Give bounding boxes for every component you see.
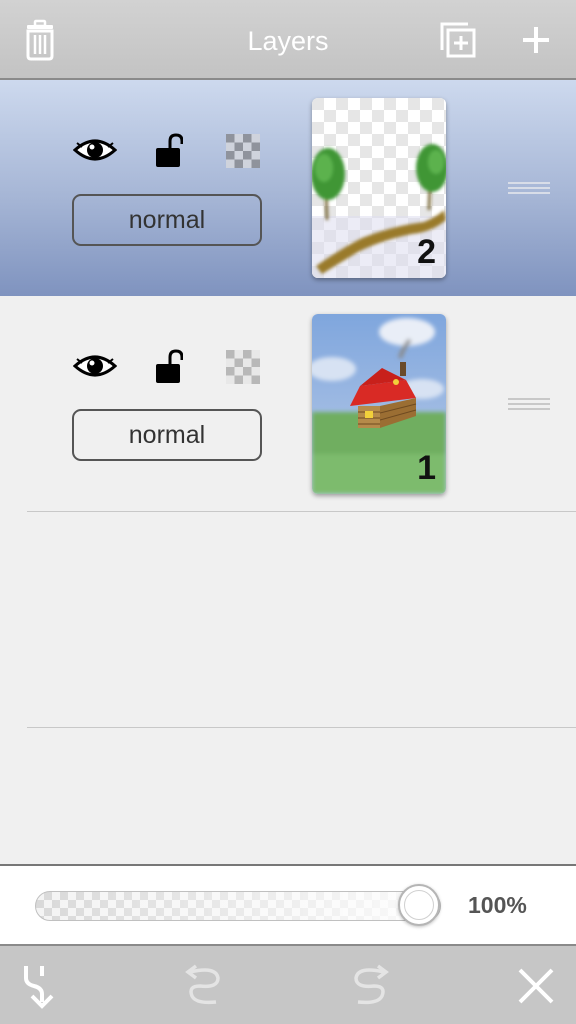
visibility-toggle[interactable] xyxy=(73,134,117,166)
merge-down-button[interactable] xyxy=(16,962,64,1010)
row-divider xyxy=(27,727,576,728)
close-button[interactable] xyxy=(512,962,560,1010)
transparency-lock-toggle[interactable] xyxy=(226,134,260,168)
redo-icon xyxy=(354,964,389,1005)
blend-mode-button[interactable]: normal xyxy=(72,409,262,461)
eye-icon xyxy=(73,355,117,377)
drag-handle[interactable] xyxy=(508,398,550,414)
layer-number: 1 xyxy=(417,449,436,487)
opacity-slider-fill xyxy=(36,892,419,920)
unlocked-padlock-icon xyxy=(156,349,183,383)
opacity-slider[interactable] xyxy=(35,884,441,926)
drag-handle[interactable] xyxy=(508,182,550,198)
add-layer-button[interactable] xyxy=(512,16,560,64)
checkerboard-icon xyxy=(226,350,260,384)
opacity-panel: 100% xyxy=(0,864,576,946)
opacity-slider-thumb[interactable] xyxy=(398,884,440,926)
blend-mode-button[interactable]: normal xyxy=(72,194,262,246)
layer-number: 2 xyxy=(417,233,436,271)
bottom-toolbar xyxy=(0,944,576,1024)
layer-row[interactable]: normal 1 xyxy=(0,296,576,512)
checkerboard-icon xyxy=(226,134,260,168)
duplicate-layer-button[interactable] xyxy=(434,16,482,64)
layer-thumbnail[interactable]: 2 xyxy=(312,98,446,278)
layer-row[interactable]: normal 2 xyxy=(0,80,576,296)
row-divider xyxy=(27,511,576,512)
undo-icon xyxy=(185,964,220,1005)
unlocked-padlock-icon xyxy=(156,133,183,167)
visibility-toggle[interactable] xyxy=(73,350,117,382)
trash-icon xyxy=(26,19,54,61)
lock-toggle[interactable] xyxy=(155,348,183,384)
duplicate-layer-icon xyxy=(440,22,476,58)
close-icon xyxy=(518,968,554,1004)
opacity-value: 100% xyxy=(468,892,527,918)
delete-layer-button[interactable] xyxy=(16,16,64,64)
plus-icon xyxy=(523,27,549,53)
layer-thumbnail[interactable]: 1 xyxy=(312,314,446,494)
lock-toggle[interactable] xyxy=(155,132,183,168)
redo-button[interactable] xyxy=(346,962,394,1010)
undo-button[interactable] xyxy=(180,962,228,1010)
eye-icon xyxy=(73,139,117,161)
page-title: Layers xyxy=(247,26,329,56)
merge-down-icon xyxy=(24,966,54,1009)
transparency-lock-toggle[interactable] xyxy=(226,350,260,384)
top-toolbar: Layers xyxy=(0,0,576,80)
